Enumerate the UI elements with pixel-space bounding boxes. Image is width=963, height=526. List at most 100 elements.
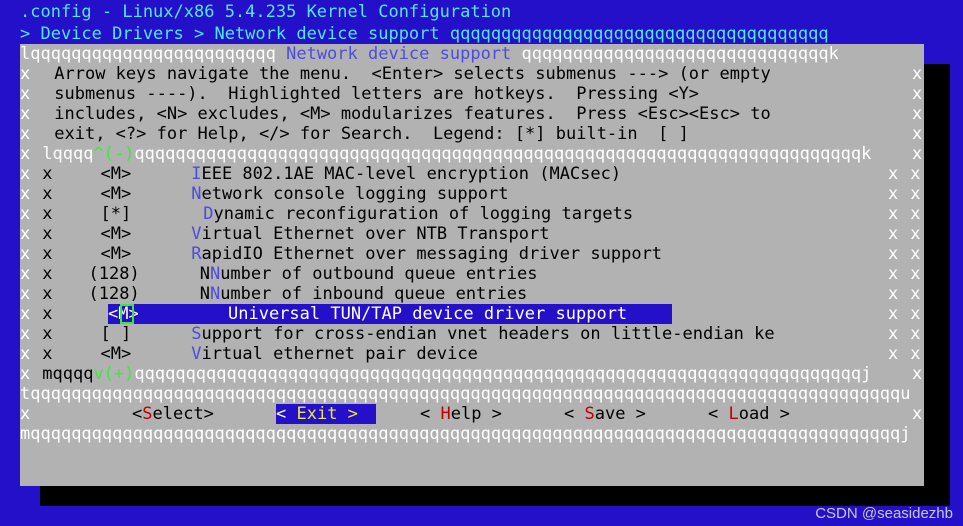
side-char-left: x — [20, 64, 31, 84]
menu-item-label: ynamic reconfiguration of logging target… — [213, 204, 634, 224]
menu-item-hotkey: N — [209, 284, 221, 304]
menu-item-state[interactable]: <M> — [53, 224, 132, 244]
listbox-side-left: x — [42, 224, 53, 244]
save-button-hotkey: S — [584, 404, 595, 424]
menu-item-hotkey: N — [191, 184, 202, 204]
side-char-left: x — [20, 344, 31, 364]
breadcrumb: > Device Drivers > Network device suppor… — [20, 24, 829, 44]
dialog-bottom-border: mqqqqqqqqqqqqqqqqqqqqqqqqqqqqqqqqqqqqqqq… — [20, 424, 910, 444]
side-char-left: x — [20, 204, 31, 224]
help-line-4: exit, <?> for Help, </> for Search. Lege… — [54, 124, 689, 144]
load-button-pre: < — [708, 404, 729, 424]
menu-item-state[interactable]: <M> — [53, 344, 132, 364]
side-char-right: x — [910, 224, 921, 244]
listbox-side-left: x — [42, 344, 53, 364]
listbox-bottom-fill: qqqqqqqqqqqqqqqqqqqqqqqqqqqqqqqqqqqqqqqq… — [134, 364, 862, 384]
listbox-side-right: xx — [888, 244, 921, 264]
menu-row[interactable]: x x <M> Network console logging support — [20, 184, 509, 204]
side-char-left: x — [20, 224, 31, 244]
side-char-left: x — [20, 404, 31, 424]
dialog-border-left-fill: lqqqqqqqqqqqqqqqqqqqqqqqq — [20, 44, 287, 64]
exit-button-pre: < — [276, 404, 297, 424]
dialog-shadow-right — [924, 64, 950, 506]
menu-item-label: EEE 802.1AE MAC-level encryption (MACsec… — [201, 164, 622, 184]
side-char-left: x — [20, 184, 31, 204]
separator-fill: qqqqqqqqqqqqqqqqqqqqqqqqqqqqqqqqqqqqqqqq… — [30, 384, 901, 404]
menu-item-hotkey: V — [191, 224, 202, 244]
side-char-right: x — [912, 104, 923, 124]
side-char-right: x — [910, 304, 921, 324]
menu-item-state[interactable]: [ ] — [53, 324, 132, 344]
menu-row[interactable]: x x [*] Dynamic reconfiguration of logging … — [20, 204, 633, 224]
help-button[interactable]: < Help > — [420, 404, 502, 424]
side-char-right: x — [910, 204, 921, 224]
menu-item-label: apidIO Ethernet over messaging driver su… — [201, 244, 663, 264]
side-char-right: x — [910, 244, 921, 264]
list-box-top-border: x lqqqq^(-)qqqqqqqqqqqqqqqqqqqqqqqqqqqqqq… — [20, 144, 871, 164]
listbox-side-right: xx — [888, 344, 921, 364]
breadcrumb-fill: qqqqqqqqqqqqqqqqqqqqqqqqqqqqqqqqqqqqq — [449, 24, 829, 44]
menu-row[interactable]: x x <M> Virtual ethernet pair device — [20, 344, 478, 364]
menu-row[interactable]: x x <M> Virtual Ethernet over NTB Transport — [20, 224, 549, 244]
listbox-side-right: xx — [888, 184, 921, 204]
help-line-1: Arrow keys navigate the menu. <Enter> se… — [54, 64, 771, 84]
menu-item-state[interactable]: (128) — [53, 264, 140, 284]
listbox-corner-br: j — [861, 364, 872, 384]
menu-item-state[interactable]: (128) — [53, 284, 140, 304]
dialog-top-border: lqqqqqqqqqqqqqqqqqqqqqqqq Network device… — [20, 44, 839, 64]
side-char-left: x — [20, 364, 31, 384]
menu-row[interactable]: x x <M> RapidIO Ethernet over messaging dri… — [20, 244, 662, 264]
listbox-corner-tr: k — [861, 144, 872, 164]
menu-item-hotkey: D — [203, 204, 214, 224]
menu-row[interactable]: x x (128) NNumber of outbound queue entries — [20, 264, 537, 284]
help-line-row: x includes, <N> excludes, <M> modularizes… — [20, 104, 771, 124]
menu-item-state[interactable]: <M> — [53, 164, 132, 184]
side-char-left: x — [20, 284, 31, 304]
list-box-bottom-border: x mqqqqv(+)qqqqqqqqqqqqqqqqqqqqqqqqqqqqqq… — [20, 364, 871, 384]
menu-item-label: umber of inbound queue entries — [220, 284, 528, 304]
menu-item-label: etwork console logging support — [201, 184, 509, 204]
scroll-down-indicator-icon[interactable]: v(+) — [93, 364, 134, 384]
menu-item-state[interactable]: <M> — [53, 184, 132, 204]
dialog-separator: tqqqqqqqqqqqqqqqqqqqqqqqqqqqqqqqqqqqqqqq… — [20, 384, 910, 404]
listbox-corner-tl: lqqqq — [42, 144, 94, 164]
menu-item-label: umber of outbound queue entries — [220, 264, 538, 284]
listbox-side-right: xx — [888, 304, 921, 324]
cursor-box-icon — [120, 304, 134, 324]
exit-button[interactable]: < Exit > — [276, 404, 358, 424]
scroll-up-indicator-icon[interactable]: ^(-) — [93, 144, 134, 164]
menu-item-state[interactable]: <M> — [53, 244, 132, 264]
help-line-row: x exit, <?> for Help, </> for Search. Leg… — [20, 124, 689, 144]
save-button[interactable]: < Save > — [564, 404, 646, 424]
menu-item-hotkey: I — [191, 164, 202, 184]
exit-button-post: xit > — [306, 404, 358, 424]
listbox-side-left: x — [42, 324, 53, 344]
listbox-side-left: x — [42, 244, 53, 264]
load-button[interactable]: < Load > — [708, 404, 790, 424]
help-button-hotkey: H — [440, 404, 451, 424]
side-char-right: x — [912, 404, 923, 424]
kernel-config-terminal: .config - Linux/x86 5.4.235 Kernel Confi… — [0, 0, 963, 526]
side-char-right: x — [910, 284, 921, 304]
side-char-left: x — [20, 244, 31, 264]
menu-row[interactable]: x x[ ] Support for cross-endian vnet heade… — [20, 324, 775, 344]
select-button[interactable]: <Select> — [132, 404, 214, 424]
side-char-left: x — [20, 144, 31, 164]
menu-row[interactable]: x x (128) NNumber of inbound queue entries — [20, 284, 527, 304]
selected-item-label: Universal TUN/TAP device driver support — [228, 304, 628, 324]
menu-row[interactable]: x x <M> IEEE 802.1AE MAC-level encryption (… — [20, 164, 621, 184]
dialog-shadow-bottom — [40, 486, 950, 506]
button-bar: x — [20, 404, 30, 424]
menu-item-hotkey: R — [191, 244, 202, 264]
side-char-right: x — [910, 324, 921, 344]
listbox-side-right: xx — [888, 164, 921, 184]
side-char-right: x — [912, 124, 923, 144]
exit-button-hotkey: E — [296, 404, 307, 424]
listbox-top-fill: qqqqqqqqqqqqqqqqqqqqqqqqqqqqqqqqqqqqqqqq… — [134, 144, 862, 164]
dialog-border-right-fill: qqqqqqqqqqqqqqqqqqqqqqqqqqqqqqk — [511, 44, 839, 64]
menu-item-state[interactable]: [*] — [53, 204, 132, 224]
menu-row-selected[interactable]: xx — [20, 304, 53, 324]
separator-tee-right: u — [900, 384, 911, 404]
side-char-right: x — [912, 64, 923, 84]
menu-item-prefix: N — [199, 284, 210, 304]
